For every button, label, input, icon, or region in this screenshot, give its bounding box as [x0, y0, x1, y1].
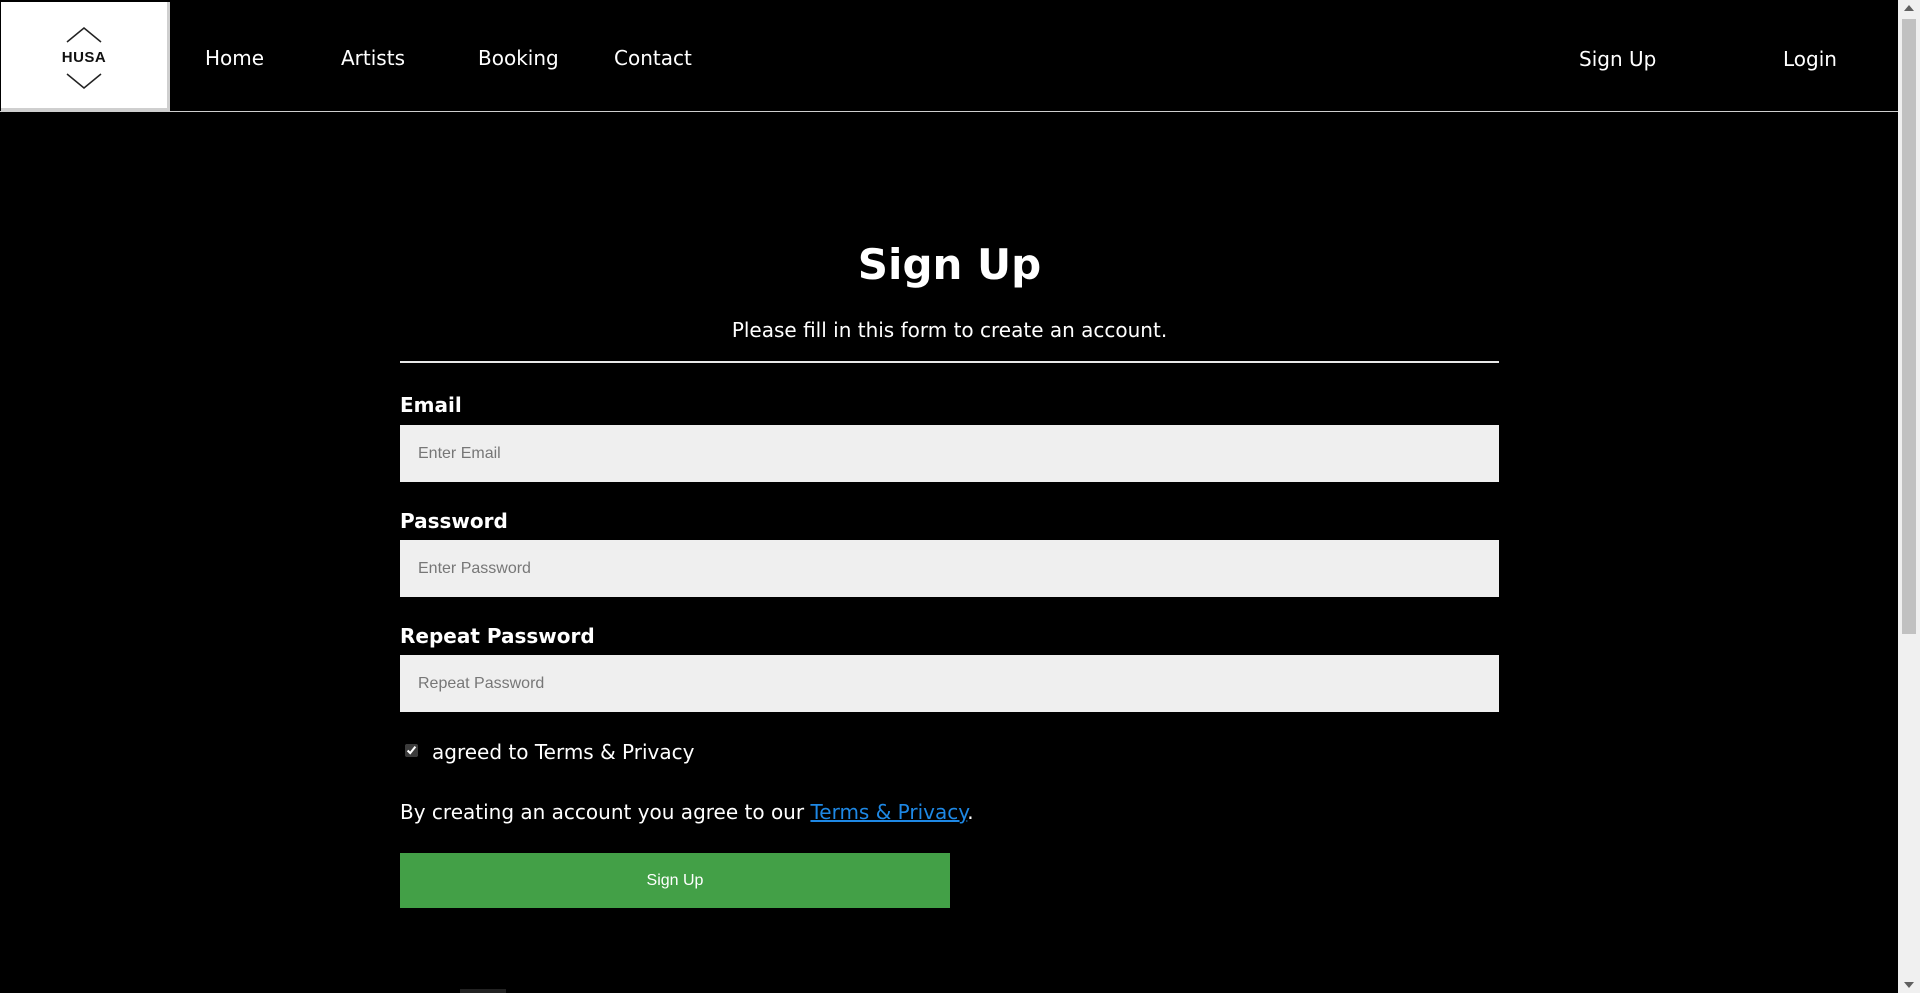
password-label: Password — [400, 509, 508, 533]
nav-sign-up[interactable]: Sign Up — [1579, 47, 1656, 71]
nav-login[interactable]: Login — [1783, 47, 1837, 71]
scroll-thumb[interactable] — [1902, 19, 1916, 634]
repeat-password-field[interactable] — [400, 655, 1499, 712]
nav-booking[interactable]: Booking — [478, 46, 559, 70]
sign-up-button[interactable]: Sign Up — [400, 853, 950, 908]
scroll-up-arrow-icon[interactable] — [1904, 5, 1914, 11]
repeat-password-label: Repeat Password — [400, 624, 595, 648]
nav-artists[interactable]: Artists — [341, 46, 405, 70]
terms-checkbox[interactable] — [405, 744, 418, 757]
nav-home[interactable]: Home — [205, 46, 264, 70]
form-divider — [400, 361, 1499, 363]
scroll-down-arrow-icon[interactable] — [1904, 982, 1914, 988]
email-field[interactable] — [400, 425, 1499, 482]
cutoff-element — [460, 989, 506, 993]
navbar: HUSA Home Artists Booking Contact Sign U… — [0, 0, 1898, 112]
agreement-text: By creating an account you agree to our … — [400, 800, 974, 824]
terms-checkbox-label[interactable]: agreed to Terms & Privacy — [432, 740, 694, 764]
agreement-prefix: By creating an account you agree to our — [400, 800, 811, 824]
logo-text: HUSA — [61, 49, 107, 66]
form-subtitle: Please fill in this form to create an ac… — [731, 318, 1168, 342]
nav-contact[interactable]: Contact — [614, 46, 692, 70]
agreement-suffix: . — [967, 800, 974, 824]
email-label: Email — [400, 393, 462, 417]
password-field[interactable] — [400, 540, 1499, 597]
page: HUSA Home Artists Booking Contact Sign U… — [0, 0, 1920, 993]
form-title: Sign Up — [857, 240, 1042, 289]
logo[interactable]: HUSA — [1, 2, 170, 111]
terms-privacy-link[interactable]: Terms & Privacy — [810, 800, 967, 824]
scrollbar[interactable] — [1898, 0, 1920, 993]
